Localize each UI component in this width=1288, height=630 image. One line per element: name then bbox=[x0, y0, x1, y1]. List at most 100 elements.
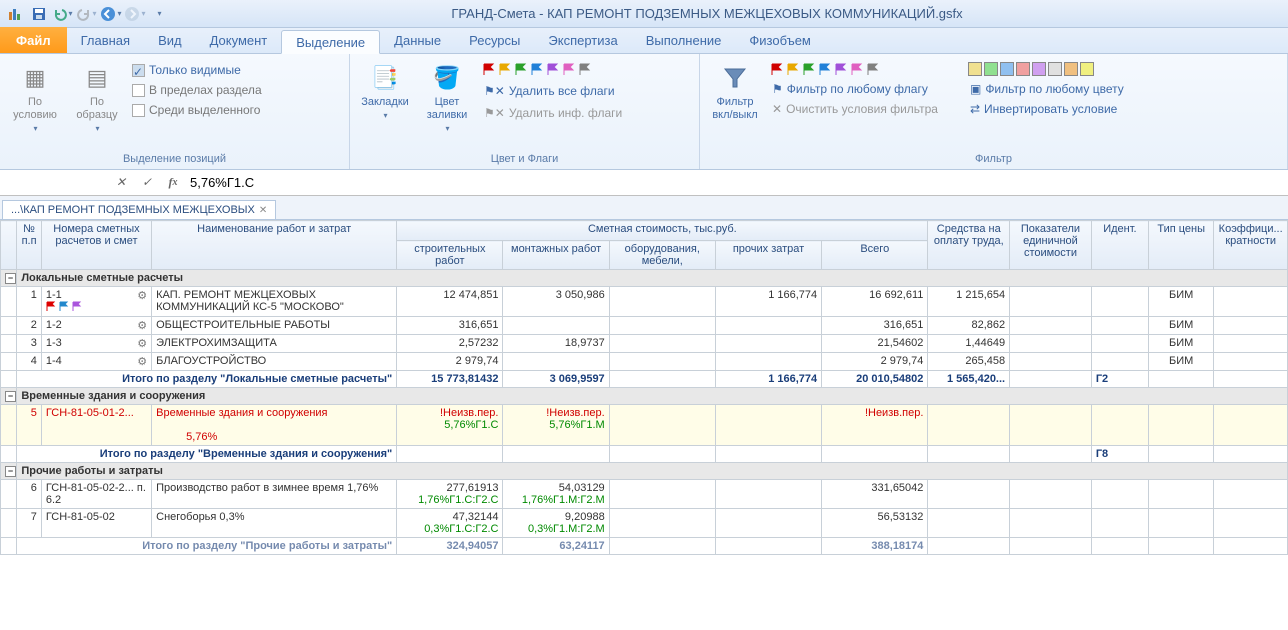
document-tab[interactable]: ...\КАП РЕМОНТ ПОДЗЕМНЫХ МЕЖЦЕХОВЫХ ✕ bbox=[2, 200, 276, 219]
section-row[interactable]: −Временные здания и сооружения bbox=[1, 388, 1288, 405]
col-tip[interactable]: Тип цены bbox=[1149, 221, 1214, 270]
fill-color-swatch[interactable] bbox=[1064, 62, 1078, 76]
tab-resources[interactable]: Ресурсы bbox=[455, 29, 534, 53]
redo-icon[interactable]: ▾ bbox=[76, 3, 98, 25]
tab-selection[interactable]: Выделение bbox=[281, 30, 380, 54]
flag-color[interactable] bbox=[530, 62, 544, 76]
table-row[interactable]: 3 1-3⚙ ЭЛЕКТРОХИМЗАЩИТА 2,57232 18,9737 … bbox=[1, 335, 1288, 353]
flag-color[interactable] bbox=[866, 62, 880, 76]
table-row[interactable]: 1 1-1⚙ КАП. РЕМОНТ МЕЖЦЕХОВЫХ КОММУНИКАЦ… bbox=[1, 287, 1288, 317]
filter-by-flag-button[interactable]: ⚑Фильтр по любому флагу bbox=[768, 80, 942, 98]
by-sample-icon: ▤ bbox=[81, 62, 113, 94]
filter-toggle-button[interactable]: Фильтр вкл/выкл bbox=[706, 58, 764, 126]
flag-color[interactable] bbox=[498, 62, 512, 76]
by-condition-icon: ▦ bbox=[19, 62, 51, 94]
fill-color-swatch[interactable] bbox=[1032, 62, 1046, 76]
tab-expertise[interactable]: Экспертиза bbox=[534, 29, 631, 53]
delete-inf-flags-button[interactable]: ⚑✕Удалить инф. флаги bbox=[480, 104, 626, 122]
color-palette[interactable] bbox=[966, 60, 1128, 78]
undo-icon[interactable]: ▾ bbox=[52, 3, 74, 25]
table-row[interactable]: 7 ГСН-81-05-02 Снегоборья 0,3% 47,321440… bbox=[1, 509, 1288, 538]
flag-color[interactable] bbox=[770, 62, 784, 76]
flag-color[interactable] bbox=[834, 62, 848, 76]
table-row[interactable]: 2 1-2⚙ ОБЩЕСТРОИТЕЛЬНЫЕ РАБОТЫ 316,651 3… bbox=[1, 317, 1288, 335]
window-title: ГРАНД-Смета - КАП РЕМОНТ ПОДЗЕМНЫХ МЕЖЦЕ… bbox=[170, 6, 1284, 21]
fill-color-swatch[interactable] bbox=[1080, 62, 1094, 76]
tab-main[interactable]: Главная bbox=[67, 29, 144, 53]
flag-icon bbox=[59, 301, 69, 311]
save-icon[interactable] bbox=[28, 3, 50, 25]
bookmark-icon: 📑 bbox=[369, 62, 401, 94]
invert-icon: ⇄ bbox=[970, 102, 980, 116]
fill-color-swatch[interactable] bbox=[1016, 62, 1030, 76]
cancel-formula-icon[interactable]: ✕ bbox=[112, 174, 130, 192]
accept-formula-icon[interactable]: ✓ bbox=[138, 174, 156, 192]
by-sample-button[interactable]: ▤ По образцу▾ bbox=[68, 58, 126, 138]
table-row[interactable]: 5 ГСН-81-05-01-2... Временные здания и с… bbox=[1, 405, 1288, 446]
clear-filter-button[interactable]: ✕Очистить условия фильтра bbox=[768, 100, 942, 118]
group-color-flags-title: Цвет и Флаги bbox=[356, 151, 693, 169]
fill-color-swatch[interactable] bbox=[1048, 62, 1062, 76]
tab-execution[interactable]: Выполнение bbox=[632, 29, 736, 53]
group-filter-title: Фильтр bbox=[706, 151, 1281, 169]
close-doc-icon[interactable]: ✕ bbox=[259, 205, 267, 216]
col-num[interactable]: Номера сметных расчетов и смет bbox=[41, 221, 151, 270]
filter-flag-palette[interactable] bbox=[768, 60, 942, 78]
flag-x-icon: ⚑✕ bbox=[484, 106, 505, 120]
delete-all-flags-button[interactable]: ⚑✕Удалить все флаги bbox=[480, 82, 626, 100]
fill-color-swatch[interactable] bbox=[968, 62, 982, 76]
flag-icon: ⚑ bbox=[772, 82, 783, 96]
flag-palette[interactable] bbox=[480, 60, 626, 78]
col-pp[interactable]: № п.п bbox=[17, 221, 42, 270]
clear-icon: ✕ bbox=[772, 102, 782, 116]
col-cost-group[interactable]: Сметная стоимость, тыс.руб. bbox=[397, 221, 928, 241]
group-selection-title: Выделение позиций bbox=[6, 151, 343, 169]
formula-input[interactable] bbox=[190, 175, 1284, 190]
flag-color[interactable] bbox=[850, 62, 864, 76]
only-visible-checkbox[interactable]: ✓Только видимые bbox=[130, 60, 264, 80]
fill-color-button[interactable]: 🪣 Цвет заливки▾ bbox=[418, 58, 476, 138]
bucket-icon: 🪣 bbox=[431, 62, 463, 94]
table-row[interactable]: 4 1-4⚙ БЛАГОУСТРОЙСТВО 2 979,74 2 979,74… bbox=[1, 353, 1288, 371]
flag-color[interactable] bbox=[802, 62, 816, 76]
col-kf[interactable]: Коэффици... кратности bbox=[1214, 221, 1288, 270]
fill-color-swatch[interactable] bbox=[1000, 62, 1014, 76]
flag-color[interactable] bbox=[786, 62, 800, 76]
flag-color[interactable] bbox=[562, 62, 576, 76]
flag-icon bbox=[72, 301, 82, 311]
flag-color[interactable] bbox=[818, 62, 832, 76]
col-id[interactable]: Идент. bbox=[1091, 221, 1148, 270]
tab-document[interactable]: Документ bbox=[196, 29, 282, 53]
section-row[interactable]: −Локальные сметные расчеты bbox=[1, 270, 1288, 287]
tab-data[interactable]: Данные bbox=[380, 29, 455, 53]
funnel-icon bbox=[719, 62, 751, 94]
flag-color[interactable] bbox=[546, 62, 560, 76]
filter-by-color-button[interactable]: ▣Фильтр по любому цвету bbox=[966, 80, 1128, 98]
subtotal-row[interactable]: Итого по разделу "Временные здания и соо… bbox=[1, 446, 1288, 463]
tab-physvolume[interactable]: Физобъем bbox=[735, 29, 825, 53]
among-selected-checkbox[interactable]: Среди выделенного bbox=[130, 100, 264, 120]
forward-icon[interactable]: ▾ bbox=[124, 3, 146, 25]
fill-color-swatch[interactable] bbox=[984, 62, 998, 76]
col-name[interactable]: Наименование работ и затрат bbox=[152, 221, 397, 270]
flag-color[interactable] bbox=[578, 62, 592, 76]
file-tab[interactable]: Файл bbox=[0, 27, 67, 53]
qat-more-icon[interactable]: ▾ bbox=[148, 3, 170, 25]
fx-icon[interactable]: fx bbox=[164, 174, 182, 192]
app-icon[interactable] bbox=[4, 3, 26, 25]
flag-color[interactable] bbox=[514, 62, 528, 76]
estimate-grid[interactable]: № п.п Номера сметных расчетов и смет Наи… bbox=[0, 220, 1288, 555]
bookmarks-button[interactable]: 📑 Закладки▾ bbox=[356, 58, 414, 125]
col-sr[interactable]: Средства на оплату труда, bbox=[928, 221, 1010, 270]
within-section-checkbox[interactable]: В пределах раздела bbox=[130, 80, 264, 100]
subtotal-row[interactable]: Итого по разделу "Локальные сметные расч… bbox=[1, 371, 1288, 388]
col-pok[interactable]: Показатели единичной стоимости bbox=[1010, 221, 1092, 270]
invert-condition-button[interactable]: ⇄Инвертировать условие bbox=[966, 100, 1128, 118]
by-condition-button[interactable]: ▦ По условию▾ bbox=[6, 58, 64, 138]
section-row[interactable]: −Прочие работы и затраты bbox=[1, 463, 1288, 480]
tab-view[interactable]: Вид bbox=[144, 29, 196, 53]
flag-color[interactable] bbox=[482, 62, 496, 76]
subtotal-row[interactable]: Итого по разделу "Прочие работы и затрат… bbox=[1, 538, 1288, 555]
table-row[interactable]: 6 ГСН-81-05-02-2... п. 6.2 Производство … bbox=[1, 480, 1288, 509]
back-icon[interactable]: ▾ bbox=[100, 3, 122, 25]
